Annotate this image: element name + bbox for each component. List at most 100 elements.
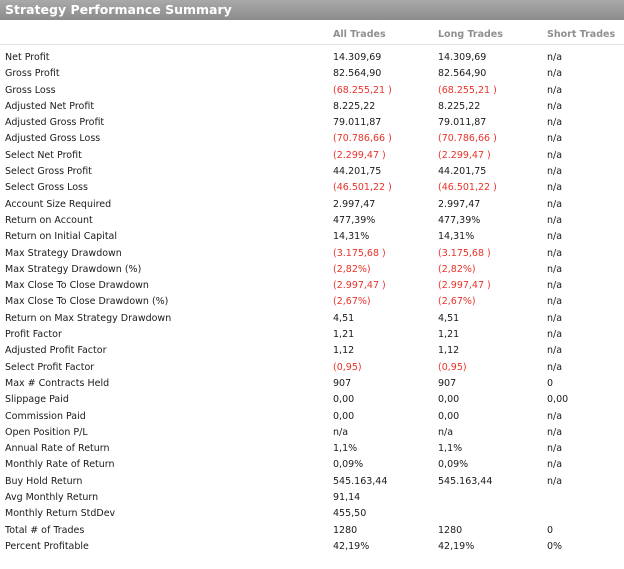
- short-trades-value: n/a: [547, 166, 563, 178]
- long-trades-value: (2,82%): [438, 263, 476, 275]
- table-row: Max Close To Close Drawdown (%) (2,67%) (2…: [0, 294, 624, 310]
- table-row: Max Strategy Drawdown (%) (2,82%) (2,82%) n…: [0, 262, 624, 278]
- short-trades-value: 0,00: [547, 394, 569, 406]
- short-trades-value: n/a: [547, 68, 563, 80]
- short-trades-value: n/a: [547, 426, 563, 438]
- table-row: Open Position P/L n/a n/a n/a: [0, 425, 624, 441]
- all-trades-value: 82.564,90: [333, 68, 382, 80]
- long-trades-value: 0,00: [438, 394, 460, 406]
- long-trades-value: (3.175,68 ): [438, 247, 491, 259]
- long-trades-value: 1280: [438, 524, 463, 536]
- long-trades-value: 2.997,47: [438, 198, 481, 210]
- short-trades-value: n/a: [547, 84, 563, 96]
- row-label: Avg Monthly Return: [5, 492, 99, 504]
- all-trades-value: 0,00: [333, 410, 355, 422]
- column-header-row: All Trades Long Trades Short Trades: [0, 25, 624, 45]
- short-trades-value: n/a: [547, 247, 563, 259]
- table-row: Avg Monthly Return 91,14: [0, 490, 624, 506]
- row-label: Max Close To Close Drawdown (%): [5, 296, 169, 308]
- long-trades-value: 82.564,90: [438, 68, 487, 80]
- table-row: Max Strategy Drawdown (3.175,68 ) (3.175,6…: [0, 246, 624, 262]
- row-label: Max Strategy Drawdown: [5, 247, 122, 259]
- row-label: Adjusted Gross Loss: [5, 133, 101, 145]
- all-trades-value: 1,12: [333, 345, 355, 357]
- short-trades-value: n/a: [547, 100, 563, 112]
- short-trades-value: n/a: [547, 410, 563, 422]
- all-trades-value: 2.997,47: [333, 198, 376, 210]
- table-row: Percent Profitable 42,19% 42,19% 0%: [0, 539, 624, 555]
- short-trades-value: n/a: [547, 149, 563, 161]
- row-label: Select Profit Factor: [5, 361, 95, 373]
- all-trades-value: (70.786,66 ): [333, 133, 392, 145]
- all-trades-value: 44.201,75: [333, 166, 382, 178]
- long-trades-value: 545.163,44: [438, 475, 493, 487]
- table-row: Monthly Return StdDev 455,50: [0, 506, 624, 522]
- row-label: Select Gross Profit: [5, 166, 92, 178]
- table-row: Annual Rate of Return 1,1% 1,1% n/a: [0, 441, 624, 457]
- column-header-long-trades[interactable]: Long Trades: [438, 29, 503, 40]
- row-label: Select Gross Loss: [5, 182, 88, 194]
- long-trades-value: (2,67%): [438, 296, 476, 308]
- short-trades-value: 0: [547, 524, 554, 536]
- long-trades-value: 1,1%: [438, 443, 463, 455]
- table-row: Total # of Trades 1280 1280 0: [0, 523, 624, 539]
- long-trades-value: 42,19%: [438, 540, 475, 552]
- row-label: Adjusted Net Profit: [5, 100, 95, 112]
- short-trades-value: n/a: [547, 475, 563, 487]
- all-trades-value: 1,1%: [333, 443, 358, 455]
- row-label: Net Profit: [5, 52, 50, 63]
- table-row: Return on Initial Capital 14,31% 14,31% n/a: [0, 229, 624, 245]
- all-trades-value: (0,95): [333, 361, 362, 373]
- long-trades-value: 79.011,87: [438, 117, 487, 129]
- table-row: Select Net Profit (2.299,47 ) (2.299,47 ) n…: [0, 148, 624, 164]
- long-trades-value: 1,12: [438, 345, 460, 357]
- row-label: Return on Max Strategy Drawdown: [5, 312, 172, 324]
- all-trades-value: (68.255,21 ): [333, 84, 392, 96]
- short-trades-value: n/a: [547, 345, 563, 357]
- all-trades-value: 91,14: [333, 492, 361, 504]
- all-trades-value: (46.501,22 ): [333, 182, 392, 194]
- table-row: Adjusted Net Profit 8.225,22 8.225,22 n/a: [0, 99, 624, 115]
- column-header-all-trades[interactable]: All Trades: [333, 29, 386, 40]
- row-label: Gross Loss: [5, 84, 56, 96]
- short-trades-value: n/a: [547, 214, 563, 226]
- short-trades-value: n/a: [547, 263, 563, 275]
- table-row: Commission Paid 0,00 0,00 n/a: [0, 409, 624, 425]
- long-trades-value: 1,21: [438, 329, 460, 341]
- row-label: Adjusted Profit Factor: [5, 345, 107, 357]
- window-title: Strategy Performance Summary: [0, 0, 624, 20]
- table-row: Profit Factor 1,21 1,21 n/a: [0, 327, 624, 343]
- column-header-short-trades[interactable]: Short Trades: [547, 29, 615, 40]
- all-trades-value: (2.997,47 ): [333, 280, 386, 292]
- performance-table: Net Profit 14.309,69 14.309,69 n/a Gross Pro…: [0, 45, 624, 555]
- short-trades-value: 0%: [547, 540, 563, 552]
- all-trades-value: 4,51: [333, 312, 355, 324]
- long-trades-value: 14,31%: [438, 231, 475, 243]
- row-label: Open Position P/L: [5, 426, 88, 438]
- row-label: Annual Rate of Return: [5, 443, 110, 455]
- short-trades-value: n/a: [547, 52, 563, 63]
- long-trades-value: (46.501,22 ): [438, 182, 497, 194]
- row-label: Max # Contracts Held: [5, 377, 110, 389]
- row-label: Gross Profit: [5, 68, 60, 80]
- all-trades-value: (2,67%): [333, 296, 371, 308]
- table-row: Select Profit Factor (0,95) (0,95) n/a: [0, 360, 624, 376]
- short-trades-value: n/a: [547, 361, 563, 373]
- short-trades-value: n/a: [547, 117, 563, 129]
- table-row: Adjusted Gross Profit 79.011,87 79.011,87 n…: [0, 115, 624, 131]
- table-row: Return on Account 477,39% 477,39% n/a: [0, 213, 624, 229]
- row-label: Account Size Required: [5, 198, 112, 210]
- all-trades-value: 14.309,69: [333, 52, 382, 63]
- all-trades-value: 477,39%: [333, 214, 376, 226]
- table-row: Monthly Rate of Return 0,09% 0,09% n/a: [0, 457, 624, 473]
- all-trades-value: 0,09%: [333, 459, 364, 471]
- long-trades-value: 8.225,22: [438, 100, 481, 112]
- table-row: Adjusted Profit Factor 1,12 1,12 n/a: [0, 343, 624, 359]
- long-trades-value: 44.201,75: [438, 166, 487, 178]
- row-label: Max Close To Close Drawdown: [5, 280, 149, 292]
- long-trades-value: (2.997,47 ): [438, 280, 491, 292]
- all-trades-value: 42,19%: [333, 540, 370, 552]
- all-trades-value: 79.011,87: [333, 117, 382, 129]
- short-trades-value: n/a: [547, 198, 563, 210]
- long-trades-value: (68.255,21 ): [438, 84, 497, 96]
